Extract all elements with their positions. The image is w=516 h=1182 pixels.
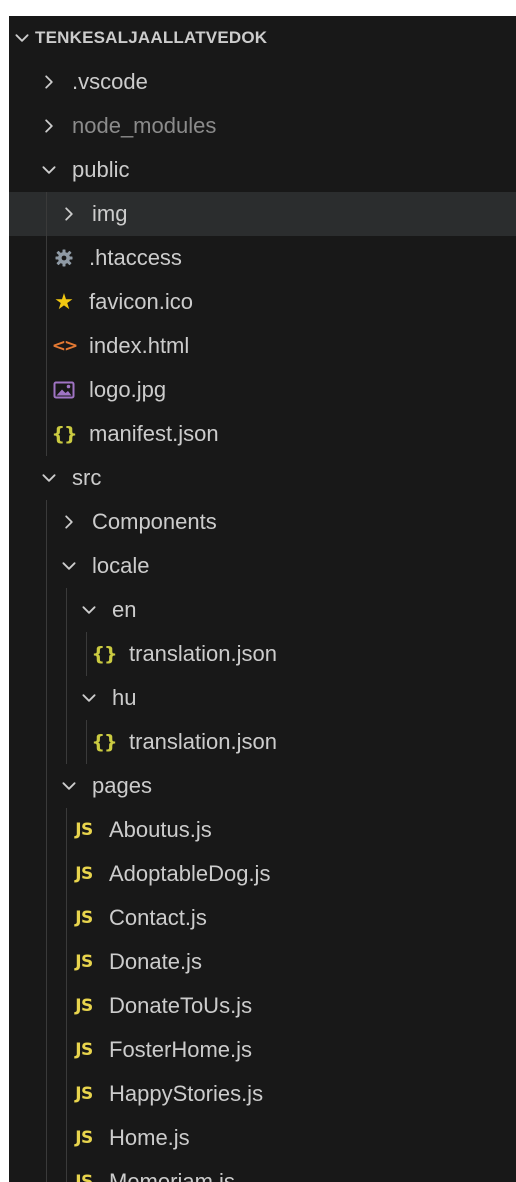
file-row[interactable]: logo.jpg [9,368,516,412]
folder-row[interactable]: public [9,148,516,192]
file-row[interactable]: JS Memoriam.js [9,1160,516,1182]
file-label: Memoriam.js [109,1169,235,1182]
chevron-right-icon [45,75,53,89]
folder-label: node_modules [72,113,217,138]
file-row[interactable]: .htaccess [9,236,516,280]
folder-row[interactable]: node_modules [9,104,516,148]
star-icon: ★ [54,289,74,315]
folder-label: public [72,157,130,182]
chevron-down-icon [42,166,56,174]
file-label: translation.json [129,729,277,754]
file-row[interactable]: JS AdoptableDog.js [9,852,516,896]
file-row[interactable]: JS HappyStories.js [9,1072,516,1116]
html-icon: <> [51,336,79,356]
file-label: FosterHome.js [109,1037,253,1062]
folder-label: src [72,465,102,490]
file-label: HappyStories.js [109,1081,264,1106]
chevron-down-icon [42,474,56,482]
js-icon: JS [75,1172,93,1182]
js-icon: JS [75,1040,93,1060]
indent-guide [66,588,67,764]
file-row[interactable]: JS Contact.js [9,896,516,940]
folder-label: img [92,201,128,226]
folder-row[interactable]: pages [9,764,516,808]
chevron-down-icon [62,782,76,790]
folder-label: hu [112,685,137,710]
indent-guide [86,632,87,676]
js-icon: JS [75,864,93,884]
folder-row[interactable]: hu [9,676,516,720]
chevron-right-icon [45,119,53,133]
file-label: favicon.ico [89,289,193,314]
js-icon: JS [75,820,93,840]
json-icon: {} [51,423,77,445]
chevron-down-icon [62,562,76,570]
indent-guide [46,500,47,1182]
chevron-down-icon [82,694,96,702]
folder-label: pages [92,773,152,798]
file-row[interactable]: JS Donate.js [9,940,516,984]
folder-row[interactable]: locale [9,544,516,588]
js-icon: JS [75,1128,93,1148]
file-label: logo.jpg [89,377,167,402]
file-row[interactable]: JS FosterHome.js [9,1028,516,1072]
explorer-section-header[interactable]: TENKESALJAALLATVEDOK [9,16,516,60]
folder-row[interactable]: en [9,588,516,632]
json-icon: {} [91,731,117,753]
indent-guide [86,720,87,764]
file-row[interactable]: {} manifest.json [9,412,516,456]
indent-guide [66,808,67,1182]
file-label: translation.json [129,641,277,666]
file-row[interactable]: JS Aboutus.js [9,808,516,852]
file-label: Contact.js [109,905,207,930]
file-row[interactable]: JS DonateToUs.js [9,984,516,1028]
file-label: index.html [89,333,190,358]
folder-row[interactable]: .vscode [9,60,516,104]
js-icon: JS [75,952,93,972]
file-explorer: TENKESALJAALLATVEDOK .vscode node_modules… [9,16,516,1182]
folder-label: en [112,597,137,622]
file-label: AdoptableDog.js [109,861,271,886]
folder-label: locale [92,553,150,578]
file-label: Donate.js [109,949,202,974]
folder-label: Components [92,509,217,534]
file-label: Aboutus.js [109,817,212,842]
folder-row[interactable]: src [9,456,516,500]
chevron-down-icon [82,606,96,614]
image-icon [50,377,78,403]
folder-label: .vscode [72,69,148,94]
js-icon: JS [75,996,93,1016]
chevron-down-icon [15,34,29,42]
chevron-right-icon [65,207,73,221]
file-label: manifest.json [89,421,219,446]
file-row[interactable]: ★ favicon.ico [9,280,516,324]
file-row[interactable]: JS Home.js [9,1116,516,1160]
gear-icon [50,245,78,271]
file-label: DonateToUs.js [109,993,253,1018]
folder-row[interactable]: img [9,192,516,236]
js-icon: JS [75,908,93,928]
indent-guide [46,192,47,456]
file-label: Home.js [109,1125,190,1150]
js-icon: JS [75,1084,93,1104]
file-row[interactable]: <> index.html [9,324,516,368]
json-icon: {} [91,643,117,665]
file-label: .htaccess [89,245,182,270]
folder-row[interactable]: Components [9,500,516,544]
explorer-root-title: TENKESALJAALLATVEDOK [35,28,268,47]
chevron-right-icon [65,515,73,529]
